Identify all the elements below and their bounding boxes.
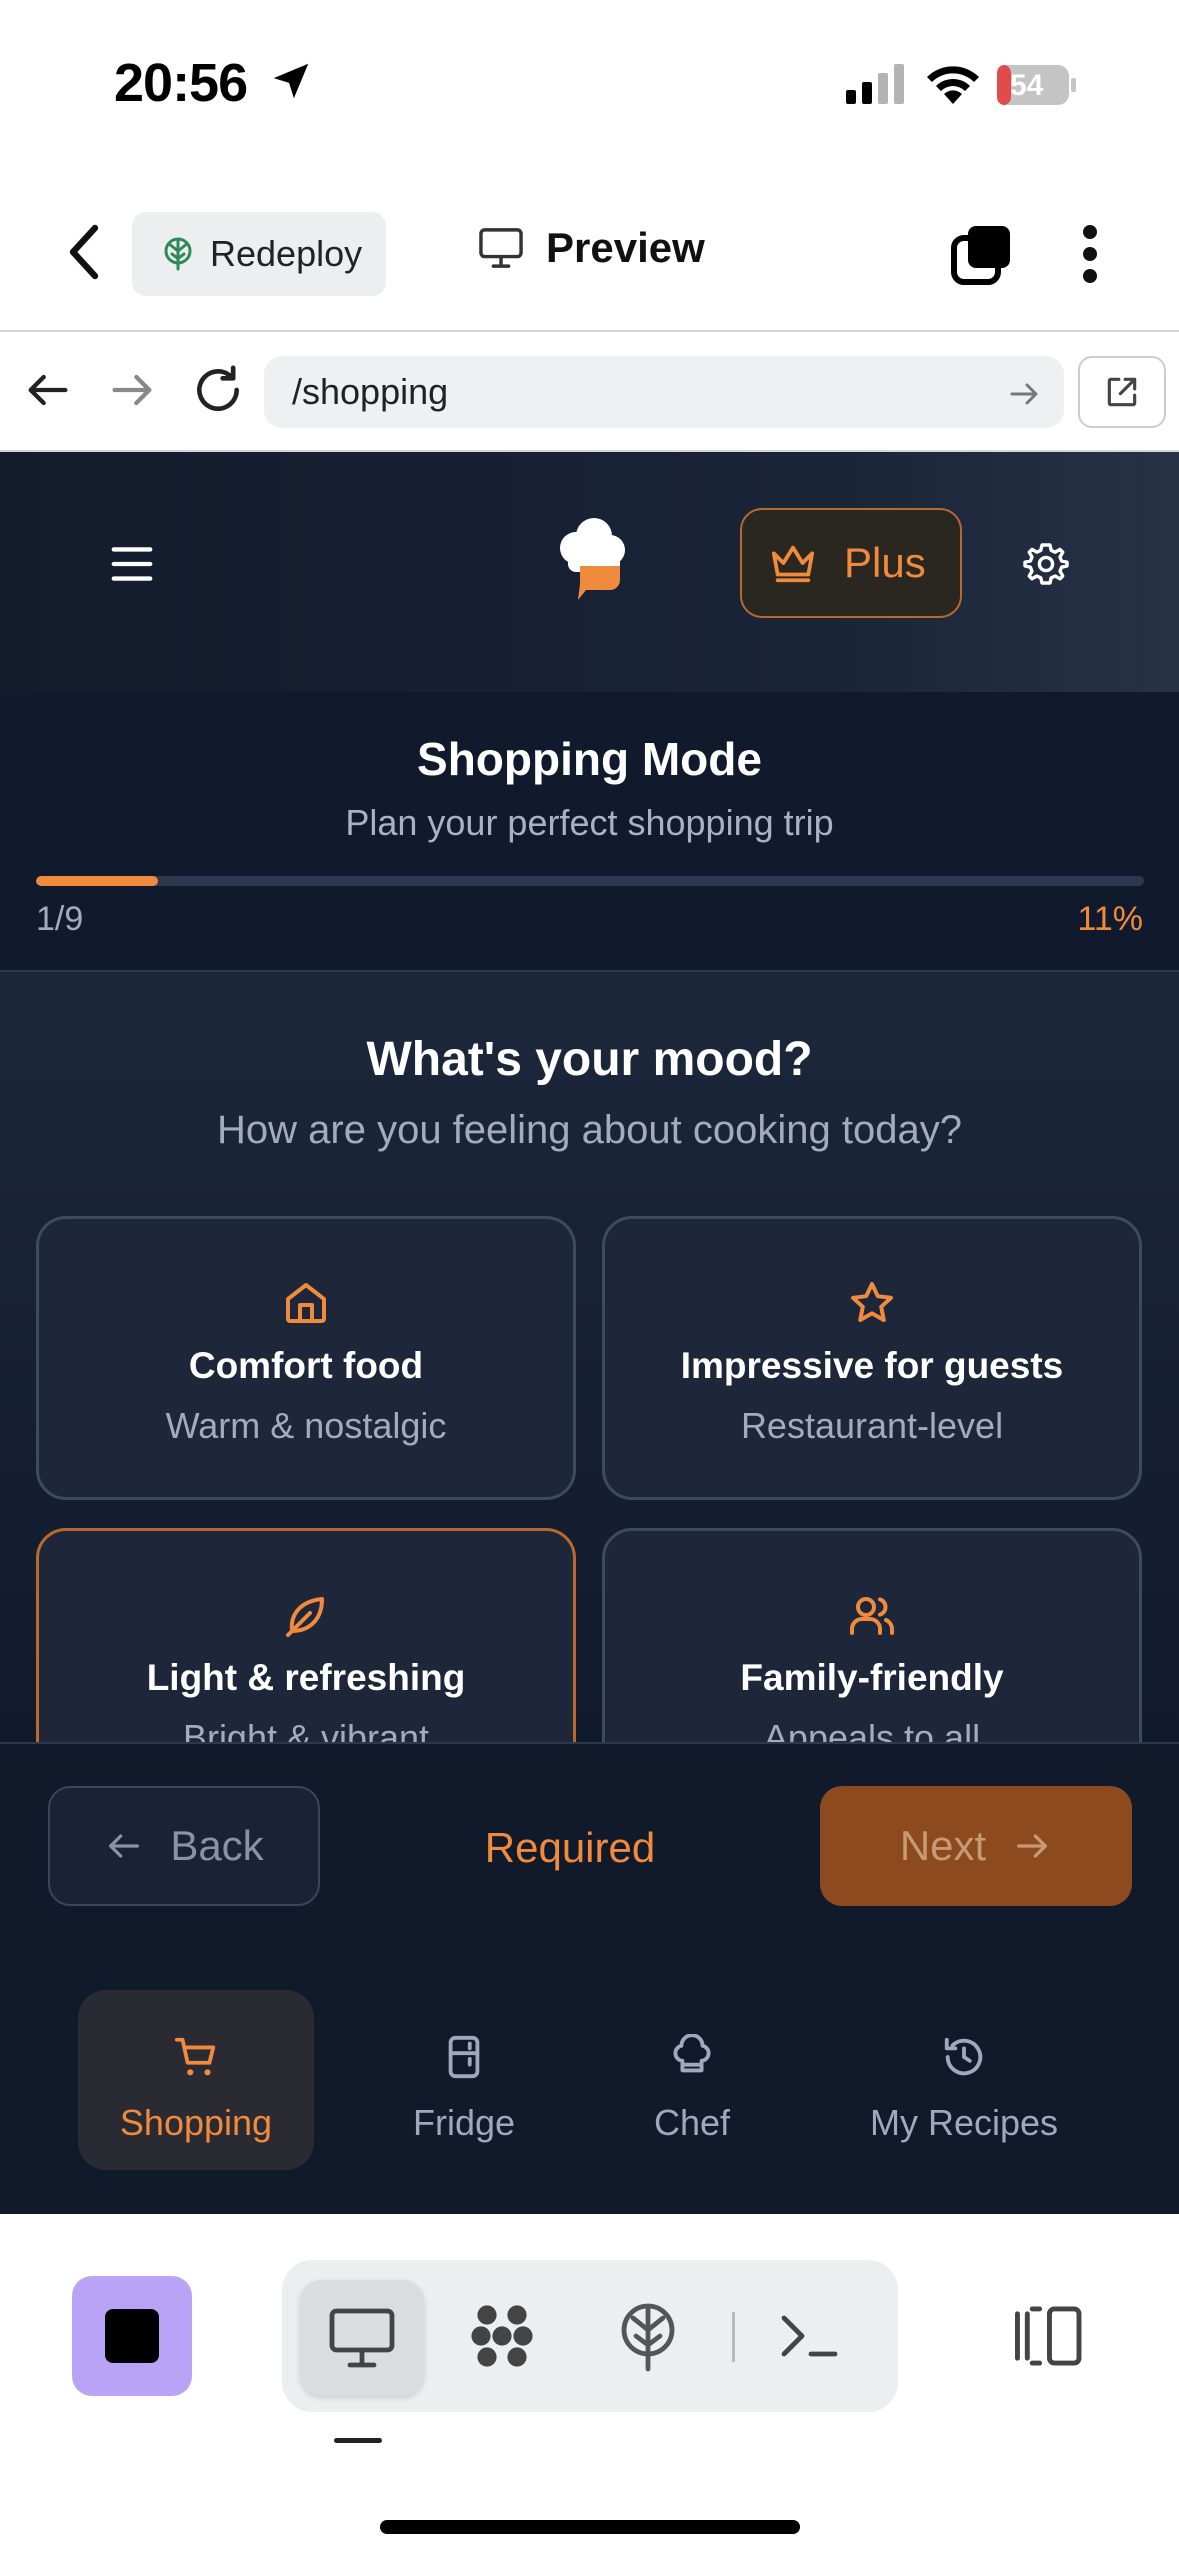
fridge-icon xyxy=(448,2035,480,2079)
reload-icon[interactable] xyxy=(190,362,246,418)
mood-option-comfort-food[interactable]: Comfort food Warm & nostalgic xyxy=(36,1216,576,1500)
browser-forward-icon[interactable] xyxy=(106,364,158,416)
page-title: Shopping Mode xyxy=(417,733,762,785)
option-description: Warm & nostalgic xyxy=(165,1405,447,1446)
battery-indicator: 54 xyxy=(996,64,1078,106)
history-icon xyxy=(944,2037,983,2076)
cellular-signal-icon xyxy=(846,64,904,104)
option-title: Comfort food xyxy=(188,1345,424,1386)
back-label: Back xyxy=(170,1822,264,1869)
next-label: Next xyxy=(899,1822,987,1869)
terminal-icon[interactable] xyxy=(772,2300,844,2372)
required-indicator: Required xyxy=(484,1824,656,1871)
tab-fridge[interactable]: Fridge xyxy=(346,1990,582,2170)
tab-label: Chef xyxy=(653,2102,731,2143)
tab-shopping[interactable]: Shopping xyxy=(78,1990,314,2170)
battery-level: 54 xyxy=(1010,69,1044,102)
arrow-right-icon xyxy=(1017,1834,1048,1858)
view-switcher xyxy=(282,2260,898,2412)
progress-fill xyxy=(36,876,158,886)
page-subtitle: Plan your perfect shopping trip xyxy=(345,802,834,843)
question-subtitle: How are you feeling about cooking today? xyxy=(217,1108,962,1152)
divider xyxy=(0,330,1179,332)
chef-hat-icon xyxy=(673,2034,711,2073)
back-chevron-icon[interactable] xyxy=(60,222,110,282)
wizard-footer: Back Required Next Shopping Fridge Chef … xyxy=(0,1744,1179,2214)
cart-icon xyxy=(174,2037,216,2076)
option-description: Bright & vibrant xyxy=(182,1717,430,1742)
mood-option-impressive-for-guests[interactable]: Impressive for guests Restaurant-level xyxy=(602,1216,1142,1500)
ide-toolbar xyxy=(0,2214,1179,2556)
leaf-icon xyxy=(286,1597,324,1637)
browser-back-icon[interactable] xyxy=(22,364,74,416)
arrow-left-icon xyxy=(109,1834,140,1858)
tab-label: Shopping xyxy=(119,2102,273,2143)
tab-my-recipes[interactable]: My Recipes xyxy=(846,1990,1082,2170)
progress-percent: 11% xyxy=(1077,900,1143,938)
progress-bar xyxy=(36,876,1144,886)
back-button[interactable]: Back xyxy=(48,1786,320,1906)
external-link-icon xyxy=(1107,377,1137,407)
question-title: What's your mood? xyxy=(366,1033,813,1086)
tabs-switcher-icon[interactable] xyxy=(950,222,1014,286)
open-external-button[interactable] xyxy=(1078,356,1166,428)
url-input[interactable]: /shopping xyxy=(264,356,1064,428)
home-indicator xyxy=(380,2520,800,2534)
preview-label: Preview xyxy=(546,224,705,271)
option-title: Light & refreshing xyxy=(146,1657,466,1698)
gear-icon[interactable] xyxy=(1022,540,1070,588)
redeploy-label: Redeploy xyxy=(210,233,363,274)
app-header: Plus xyxy=(0,452,1179,692)
plus-label: Plus xyxy=(844,539,926,586)
step-counter: 1/9 xyxy=(36,900,84,938)
stop-icon xyxy=(105,2309,159,2363)
home-icon xyxy=(286,1283,326,1323)
option-title: Family-friendly xyxy=(740,1657,1004,1698)
go-arrow-icon[interactable] xyxy=(1006,376,1042,412)
deploy-tree-icon xyxy=(164,237,192,271)
users-icon xyxy=(850,1597,894,1635)
preview-toggle[interactable]: Preview xyxy=(478,224,705,272)
chef-logo-icon xyxy=(560,518,625,600)
menu-icon[interactable] xyxy=(110,544,154,584)
status-time: 20:56 xyxy=(114,53,248,113)
active-view-indicator xyxy=(334,2438,382,2443)
location-arrow-icon xyxy=(273,63,309,99)
tab-chef[interactable]: Chef xyxy=(574,1990,810,2170)
tab-label: Fridge xyxy=(412,2102,516,2143)
panel-layout-icon[interactable] xyxy=(1010,2304,1084,2368)
monitor-icon xyxy=(329,2308,395,2368)
option-description: Restaurant-level xyxy=(740,1405,1004,1446)
more-options-icon[interactable] xyxy=(1070,224,1110,284)
mood-option-light-refreshing[interactable]: Light & refreshing Bright & vibrant xyxy=(36,1528,576,1742)
preview-view-button[interactable] xyxy=(300,2280,424,2396)
plus-upgrade-button[interactable]: Plus xyxy=(740,508,962,618)
stop-button[interactable] xyxy=(72,2276,192,2396)
deploy-tree-icon[interactable] xyxy=(612,2300,684,2372)
tab-label: My Recipes xyxy=(869,2102,1059,2143)
next-button[interactable]: Next xyxy=(820,1786,1132,1906)
wifi-icon xyxy=(927,66,979,104)
monitor-icon xyxy=(479,228,523,268)
app-viewport: Plus Shopping Mode Plan your perfect sho… xyxy=(0,452,1179,2214)
divider xyxy=(732,2312,735,2362)
star-icon xyxy=(851,1282,893,1322)
mood-option-family-friendly[interactable]: Family-friendly Appeals to all xyxy=(602,1528,1142,1742)
question-section: What's your mood? How are you feeling ab… xyxy=(0,972,1179,1742)
option-description: Appeals to all xyxy=(763,1717,981,1742)
crown-icon xyxy=(771,545,815,583)
option-title: Impressive for guests xyxy=(680,1345,1064,1386)
workflow-icon[interactable] xyxy=(466,2300,538,2372)
redeploy-button[interactable]: Redeploy xyxy=(132,212,386,296)
